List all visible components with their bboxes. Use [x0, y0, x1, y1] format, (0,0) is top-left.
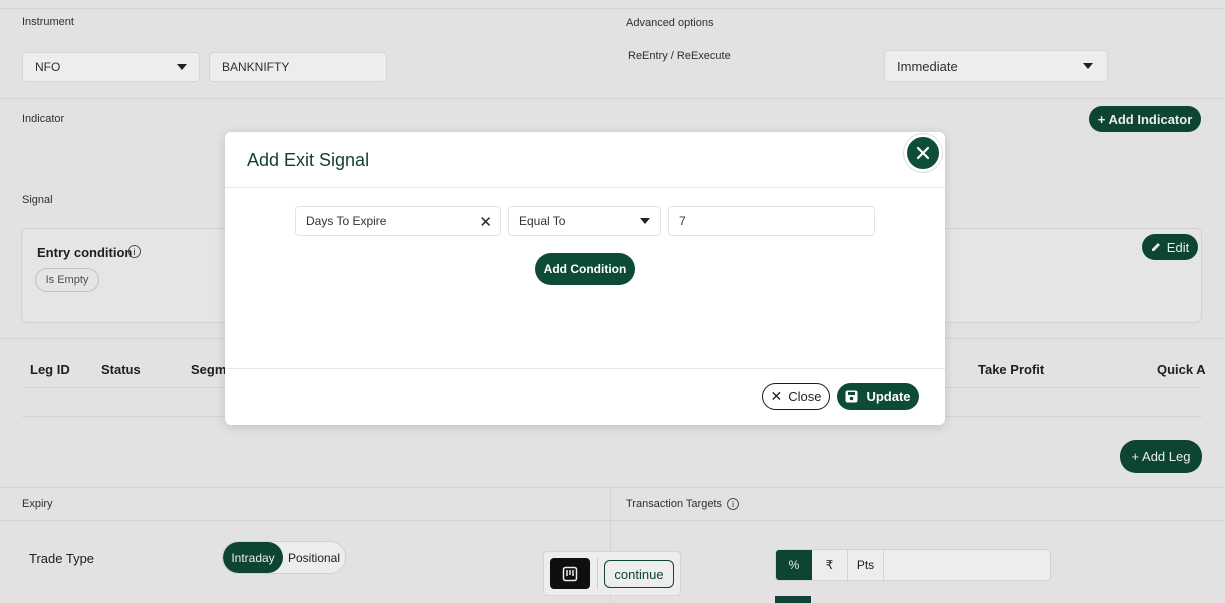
close-button[interactable]: ✕ Close — [762, 383, 830, 410]
add-condition-button[interactable]: Add Condition — [535, 253, 635, 285]
add-exit-signal-modal: Add Exit Signal Days To Expire ✕ Equal T… — [225, 132, 945, 425]
clear-icon[interactable]: ✕ — [479, 213, 492, 231]
divider — [225, 368, 945, 369]
chevron-down-icon — [640, 218, 650, 224]
modal-close-icon[interactable] — [904, 134, 942, 172]
condition-operator-select[interactable]: Equal To — [508, 206, 661, 236]
condition-field-value: Days To Expire — [306, 214, 387, 228]
close-icon — [916, 146, 930, 160]
save-icon — [845, 390, 858, 403]
modal-title: Add Exit Signal — [247, 150, 370, 170]
divider — [225, 187, 945, 188]
condition-operator-value: Equal To — [519, 214, 566, 228]
condition-value: 7 — [679, 214, 686, 228]
update-button[interactable]: Update — [837, 383, 919, 410]
condition-value-input[interactable]: 7 — [668, 206, 875, 236]
condition-field-select[interactable]: Days To Expire ✕ — [295, 206, 501, 236]
close-icon: ✕ — [770, 388, 783, 404]
